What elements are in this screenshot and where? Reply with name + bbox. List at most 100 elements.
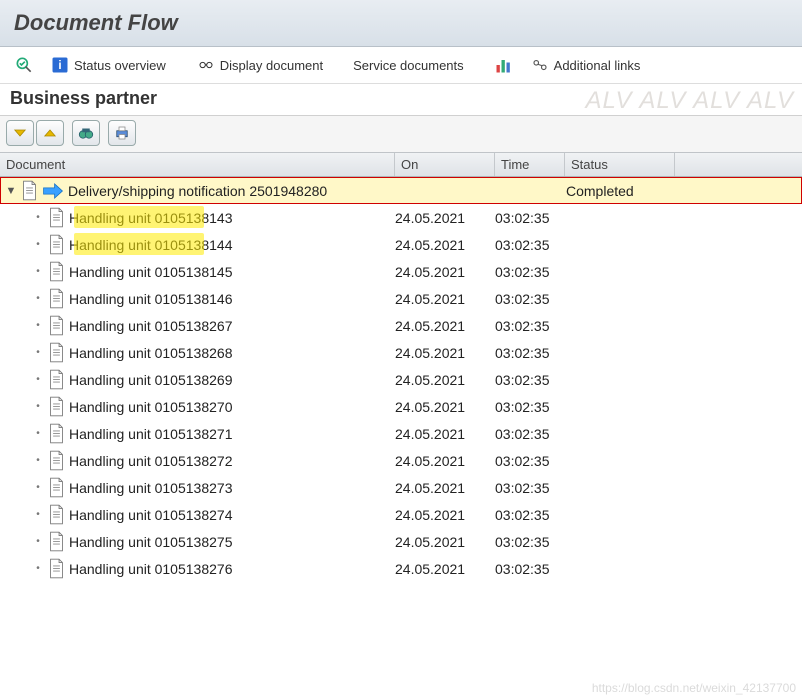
bar-chart-icon <box>494 55 514 75</box>
document-icon <box>48 504 65 525</box>
tree-child-row[interactable]: • Handling unit 0105138144 24.05.2021 03… <box>0 231 802 258</box>
tree-child-row[interactable]: • Handling unit 0105138143 24.05.2021 03… <box>0 204 802 231</box>
tree-child-row[interactable]: • Handling unit 0105138146 24.05.2021 03… <box>0 285 802 312</box>
column-header-on[interactable]: On <box>395 153 495 176</box>
title-bar: Document Flow <box>0 0 802 47</box>
leaf-bullet-icon: • <box>32 266 44 277</box>
tree-child-row[interactable]: • Handling unit 0105138275 24.05.2021 03… <box>0 528 802 555</box>
expand-down-icon <box>11 124 29 142</box>
alv-watermark: ALV ALV ALV ALV <box>586 87 795 115</box>
tree-child-row[interactable]: • Handling unit 0105138274 24.05.2021 03… <box>0 501 802 528</box>
row-time: 03:02:35 <box>495 237 565 253</box>
service-documents-label: Service documents <box>353 58 464 73</box>
subheader-label: Business partner <box>10 88 157 108</box>
row-time: 03:02:35 <box>495 534 565 550</box>
row-document-label: Handling unit 0105138269 <box>69 372 232 388</box>
info-icon: i <box>50 55 70 75</box>
row-time: 03:02:35 <box>495 345 565 361</box>
inspect-button[interactable] <box>8 53 40 77</box>
leaf-bullet-icon: • <box>32 239 44 250</box>
row-document-label: Handling unit 0105138270 <box>69 399 232 415</box>
redacted-area <box>190 84 490 112</box>
page-title: Document Flow <box>14 10 178 35</box>
tree-child-row[interactable]: • Handling unit 0105138269 24.05.2021 03… <box>0 366 802 393</box>
tree-child-row[interactable]: • Handling unit 0105138270 24.05.2021 03… <box>0 393 802 420</box>
row-document-label: Handling unit 0105138272 <box>69 453 232 469</box>
row-on: 24.05.2021 <box>395 237 495 253</box>
column-header-time[interactable]: Time <box>495 153 565 176</box>
main-toolbar: i Status overview Display document Servi… <box>0 47 802 84</box>
chart-button[interactable] <box>488 53 520 77</box>
tree-child-row[interactable]: • Handling unit 0105138272 24.05.2021 03… <box>0 447 802 474</box>
row-on: 24.05.2021 <box>395 507 495 523</box>
row-document-label: Handling unit 0105138267 <box>69 318 232 334</box>
find-button[interactable] <box>72 120 100 146</box>
display-document-button[interactable]: Display document <box>190 53 329 77</box>
row-time: 03:02:35 <box>495 372 565 388</box>
root-document-label: Delivery/shipping notification 250194828… <box>68 183 327 199</box>
leaf-bullet-icon: • <box>32 428 44 439</box>
links-icon <box>530 55 550 75</box>
row-on: 24.05.2021 <box>395 264 495 280</box>
row-on: 24.05.2021 <box>395 372 495 388</box>
expand-all-button[interactable] <box>6 120 34 146</box>
row-time: 03:02:35 <box>495 318 565 334</box>
tree-child-row[interactable]: • Handling unit 0105138271 24.05.2021 03… <box>0 420 802 447</box>
print-button[interactable] <box>108 120 136 146</box>
row-time: 03:02:35 <box>495 426 565 442</box>
document-icon <box>48 450 65 471</box>
column-header-document[interactable]: Document <box>0 153 395 176</box>
tree-child-row[interactable]: • Handling unit 0105138145 24.05.2021 03… <box>0 258 802 285</box>
row-document-label: Handling unit 0105138271 <box>69 426 232 442</box>
row-time: 03:02:35 <box>495 399 565 415</box>
collapse-icon[interactable]: ▼ <box>5 185 17 197</box>
status-overview-button[interactable]: i Status overview <box>44 53 172 77</box>
leaf-bullet-icon: • <box>32 374 44 385</box>
service-documents-button[interactable]: Service documents <box>347 56 470 75</box>
tree-child-row[interactable]: • Handling unit 0105138267 24.05.2021 03… <box>0 312 802 339</box>
arrow-right-icon <box>42 183 64 199</box>
leaf-bullet-icon: • <box>32 347 44 358</box>
printer-icon <box>113 124 131 142</box>
row-time: 03:02:35 <box>495 291 565 307</box>
row-document-label: Handling unit 0105138273 <box>69 480 232 496</box>
document-icon <box>48 342 65 363</box>
collapse-all-button[interactable] <box>36 120 64 146</box>
tree-child-row[interactable]: • Handling unit 0105138268 24.05.2021 03… <box>0 339 802 366</box>
row-on: 24.05.2021 <box>395 426 495 442</box>
row-time: 03:02:35 <box>495 561 565 577</box>
document-icon <box>48 369 65 390</box>
document-icon <box>48 288 65 309</box>
leaf-bullet-icon: • <box>32 320 44 331</box>
tree-root-row[interactable]: ▼ Delivery/shipping notification 2501948… <box>0 177 802 204</box>
status-overview-label: Status overview <box>74 58 166 73</box>
row-on: 24.05.2021 <box>395 210 495 226</box>
row-on: 24.05.2021 <box>395 399 495 415</box>
tree-toolbar <box>0 116 802 152</box>
column-header-status[interactable]: Status <box>565 153 675 176</box>
leaf-bullet-icon: • <box>32 509 44 520</box>
row-document-label: Handling unit 0105138276 <box>69 561 232 577</box>
glasses-icon <box>196 55 216 75</box>
svg-text:i: i <box>58 59 61 72</box>
additional-links-button[interactable]: Additional links <box>524 53 647 77</box>
row-document-label: Handling unit 0105138275 <box>69 534 232 550</box>
row-time: 03:02:35 <box>495 480 565 496</box>
row-document-label: Handling unit 0105138145 <box>69 264 232 280</box>
document-icon <box>48 531 65 552</box>
document-icon <box>48 315 65 336</box>
document-icon <box>48 396 65 417</box>
tree-child-row[interactable]: • Handling unit 0105138276 24.05.2021 03… <box>0 555 802 582</box>
leaf-bullet-icon: • <box>32 563 44 574</box>
magnifier-check-icon <box>14 55 34 75</box>
leaf-bullet-icon: • <box>32 455 44 466</box>
root-status: Completed <box>566 183 676 199</box>
subheader: Business partner ALV ALV ALV ALV <box>0 84 802 116</box>
tree-child-row[interactable]: • Handling unit 0105138273 24.05.2021 03… <box>0 474 802 501</box>
document-icon <box>48 234 65 255</box>
leaf-bullet-icon: • <box>32 293 44 304</box>
row-on: 24.05.2021 <box>395 480 495 496</box>
leaf-bullet-icon: • <box>32 401 44 412</box>
source-watermark: https://blog.csdn.net/weixin_42137700 <box>592 681 796 695</box>
display-document-label: Display document <box>220 58 323 73</box>
